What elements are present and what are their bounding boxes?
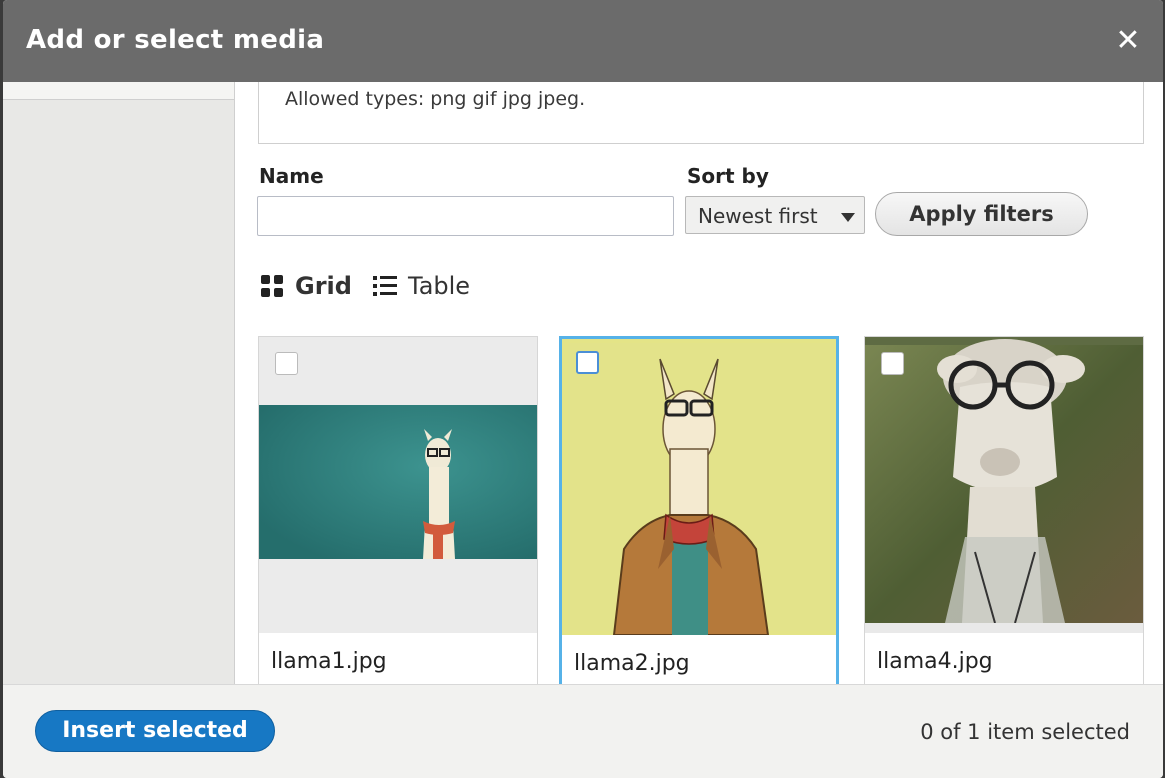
allowed-types-text: Allowed types: png gif jpg jpeg.	[285, 88, 586, 110]
insert-selected-button[interactable]: Insert selected	[35, 710, 275, 752]
dialog-footer: Insert selected 0 of 1 item selected	[3, 684, 1163, 778]
view-grid-label: Grid	[295, 272, 352, 300]
media-item[interactable]: llama2.jpg	[559, 336, 839, 684]
media-item-checkbox[interactable]	[576, 351, 599, 374]
media-item[interactable]: llama1.jpg	[258, 336, 538, 684]
name-filter-label: Name	[259, 164, 324, 188]
media-thumbnail	[259, 337, 537, 633]
grid-icon	[261, 275, 283, 297]
media-thumbnail	[865, 337, 1143, 633]
media-item[interactable]: llama4.jpg	[864, 336, 1144, 684]
view-grid-toggle[interactable]: Grid	[261, 272, 352, 300]
sidebar-tab[interactable]	[3, 82, 234, 100]
upload-area: Allowed types: png gif jpg jpeg.	[258, 82, 1144, 144]
media-item-name: llama4.jpg	[877, 649, 993, 674]
media-item-checkbox[interactable]	[881, 352, 904, 375]
selection-count: 0 of 1 item selected	[920, 720, 1130, 744]
chevron-down-icon	[841, 213, 855, 222]
view-table-toggle[interactable]: Table	[373, 272, 470, 300]
media-item-name: llama1.jpg	[271, 649, 387, 674]
media-type-sidebar	[3, 82, 235, 684]
dialog-titlebar: Add or select media ✕	[3, 0, 1163, 82]
sort-by-select[interactable]: Newest first	[685, 196, 865, 234]
sort-by-value: Newest first	[698, 204, 818, 228]
dialog-title: Add or select media	[26, 25, 325, 55]
list-icon	[373, 275, 397, 297]
media-library-content: Allowed types: png gif jpg jpeg. Name So…	[236, 82, 1163, 684]
media-dialog: Add or select media ✕ Allowed types: png…	[3, 0, 1163, 778]
name-filter-input[interactable]	[257, 196, 674, 236]
media-thumbnail	[562, 339, 836, 635]
sort-by-label: Sort by	[687, 164, 769, 188]
media-item-checkbox[interactable]	[275, 352, 298, 375]
view-table-label: Table	[408, 272, 471, 300]
apply-filters-button[interactable]: Apply filters	[875, 192, 1088, 236]
close-icon[interactable]: ✕	[1113, 26, 1143, 56]
media-item-name: llama2.jpg	[574, 651, 690, 676]
